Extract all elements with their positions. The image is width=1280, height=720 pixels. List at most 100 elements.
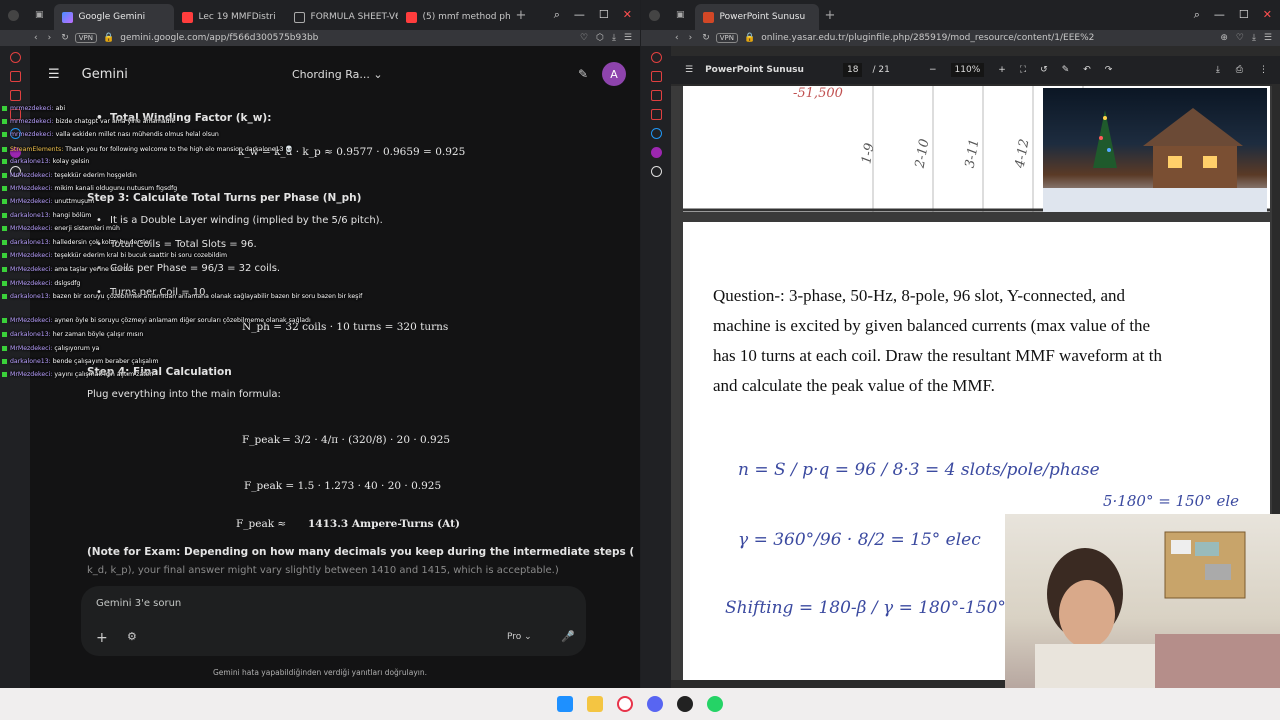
minimize-button[interactable]: —: [1214, 8, 1225, 22]
tab-gemini[interactable]: Google Gemini: [53, 4, 174, 30]
chat-message: mrmezdekeci: abi: [2, 105, 65, 112]
gemini-icon: [61, 11, 73, 23]
chat-username: MrMezdekeci:: [10, 198, 53, 205]
pdf-toolbar: ☰ PowerPoint Sunusu 18 / 21 − 110% + ⛶ ↺…: [671, 56, 1280, 84]
opera-taskbar-icon[interactable]: [617, 696, 633, 712]
reload-icon[interactable]: ↻: [61, 33, 69, 43]
tab-tray-icon[interactable]: ▣: [35, 10, 44, 20]
sidebar-speed-dial-icon[interactable]: [9, 71, 21, 82]
whatsapp-icon[interactable]: [707, 696, 723, 712]
chat-username: MrMezdekeci:: [10, 266, 53, 273]
back-icon[interactable]: ‹: [675, 33, 679, 43]
chat-username: MrMezdekeci:: [10, 225, 53, 232]
zoom-level[interactable]: 110%: [950, 63, 985, 77]
chat-message: StreamElements: Thank you for following …: [2, 145, 293, 153]
forward-icon[interactable]: ›: [689, 33, 693, 43]
tab-powerpoint[interactable]: PowerPoint Sunusu: [694, 4, 819, 30]
chat-username: darkalone13:: [10, 358, 51, 365]
rotate-icon[interactable]: ↺: [1040, 65, 1048, 75]
new-tab-button[interactable]: +: [510, 8, 533, 23]
maximize-button[interactable]: ☐: [1239, 8, 1249, 22]
opera-icon[interactable]: [8, 9, 19, 21]
download-icon[interactable]: ⤓: [612, 33, 616, 43]
avatar[interactable]: A: [602, 62, 626, 86]
new-chat-icon[interactable]: ✎: [578, 67, 588, 81]
menu-icon[interactable]: ☰: [624, 33, 632, 43]
zoom-in-button[interactable]: +: [998, 65, 1006, 75]
download-icon[interactable]: ⤓: [1252, 33, 1256, 43]
chat-username: darkalone13:: [10, 293, 51, 300]
minimize-button[interactable]: —: [574, 8, 585, 22]
lock-icon[interactable]: 🔒: [744, 33, 755, 43]
stream-chat-overlay: mrmezdekeci: abi mrmezdekeci: bizde chatg…: [0, 100, 380, 380]
obs-icon[interactable]: [677, 696, 693, 712]
formula-1-rhs: = 3/2 · 4/π · (320/8) · 20 · 0.925: [282, 434, 451, 446]
tools-icon[interactable]: ⚙: [127, 630, 137, 643]
chat-message: mrmezdekeci: bizde chatgpt var ama yine …: [2, 118, 175, 125]
annotate-icon[interactable]: ✎: [1062, 65, 1070, 75]
lock-icon[interactable]: 🔒: [103, 33, 114, 43]
chat-title-dropdown[interactable]: Chording Ra... ⌄: [292, 68, 383, 81]
pdf-menu-icon[interactable]: ☰: [685, 65, 693, 75]
sidebar-twitch-icon[interactable]: [650, 147, 662, 158]
chat-text: mikim kanali oldugunu nutusum figsdfg: [54, 185, 178, 192]
file-explorer-icon[interactable]: [587, 696, 603, 712]
sidebar-opera-icon[interactable]: [650, 52, 662, 63]
zoom-out-button[interactable]: −: [929, 65, 937, 75]
tab-mmf-method[interactable]: (5) mmf method phas: [398, 4, 510, 30]
search-tabs-icon[interactable]: ⌕: [554, 8, 560, 22]
undo-icon[interactable]: ↶: [1083, 65, 1091, 75]
sidebar-opera-icon[interactable]: [9, 52, 21, 63]
download-icon[interactable]: ⤓: [1216, 65, 1220, 75]
back-icon[interactable]: ‹: [34, 33, 38, 43]
search-tabs-icon[interactable]: ⌕: [1194, 8, 1200, 22]
bookmark-icon[interactable]: ♡: [1236, 33, 1244, 43]
bookmark-icon[interactable]: ♡: [580, 33, 588, 43]
redo-icon[interactable]: ↷: [1105, 65, 1113, 75]
fit-page-icon[interactable]: ⛶: [1020, 65, 1026, 75]
vpn-badge[interactable]: VPN: [715, 33, 739, 43]
tab-tray-icon[interactable]: ▣: [676, 10, 685, 20]
url-field[interactable]: online.yasar.edu.tr/pluginfile.php/28591…: [761, 33, 1220, 43]
chat-text: bazen bir soruyu çözebilmek anlamıdan an…: [52, 293, 363, 300]
prompt-box[interactable]: Gemini 3'e sorun + ⚙ Pro ⌄ 🎤: [81, 586, 586, 656]
zoom-icon[interactable]: ⊕: [1220, 33, 1228, 43]
sidebar-telegram-icon[interactable]: [650, 128, 662, 139]
url-field[interactable]: gemini.google.com/app/f566d300575b93bb: [120, 33, 580, 43]
add-attachment-icon[interactable]: +: [96, 630, 108, 646]
opera-icon[interactable]: [649, 9, 660, 21]
print-icon[interactable]: ⎙: [1236, 65, 1243, 75]
powerpoint-icon: [702, 11, 714, 23]
hamburger-icon[interactable]: ☰: [48, 67, 60, 82]
close-button[interactable]: ✕: [623, 8, 632, 22]
sidebar-x-icon[interactable]: [650, 166, 662, 177]
chat-text: teşekkür ederim kral bi bucuk saattir bi…: [54, 252, 227, 259]
extensions-icon[interactable]: ⬡: [596, 33, 604, 43]
chat-username: darkalone13:: [10, 158, 51, 165]
sidebar-music-icon[interactable]: [650, 109, 662, 120]
microphone-icon[interactable]: 🎤: [561, 630, 575, 643]
maximize-button[interactable]: ☐: [599, 8, 609, 22]
reload-icon[interactable]: ↻: [702, 33, 710, 43]
chat-text: abi: [55, 105, 66, 112]
menu-icon[interactable]: ☰: [1264, 33, 1272, 43]
new-tab-button[interactable]: +: [819, 8, 842, 23]
chat-username: MrMezdekeci:: [10, 345, 53, 352]
tab-lec19[interactable]: Lec 19 MMFDistri: [174, 4, 286, 30]
address-bar: ‹ › ↻ VPN 🔒 gemini.google.com/app/f566d3…: [0, 30, 640, 46]
prompt-input[interactable]: Gemini 3'e sorun: [96, 598, 181, 609]
windows-start-icon[interactable]: [557, 696, 573, 712]
discord-icon[interactable]: [647, 696, 663, 712]
forward-icon[interactable]: ›: [48, 33, 52, 43]
tab-formula-sheet[interactable]: FORMULA SHEET-V6: [286, 4, 398, 30]
model-selector[interactable]: Pro ⌄: [507, 632, 532, 642]
handwritten-slots-per-pole: n = S / p·q = 96 / 8·3 = 4 slots/pole/ph…: [738, 460, 1100, 480]
close-button[interactable]: ✕: [1263, 8, 1272, 22]
vpn-badge[interactable]: VPN: [74, 33, 98, 43]
sidebar-speed-dial-icon[interactable]: [650, 71, 662, 82]
page-input[interactable]: 18: [843, 63, 863, 77]
sidebar-messenger-icon[interactable]: [650, 90, 662, 101]
more-icon[interactable]: ⋮: [1259, 65, 1268, 75]
chat-username: MrMezdekeci:: [10, 252, 53, 259]
chat-text: çalışıyorum ya: [54, 345, 100, 352]
